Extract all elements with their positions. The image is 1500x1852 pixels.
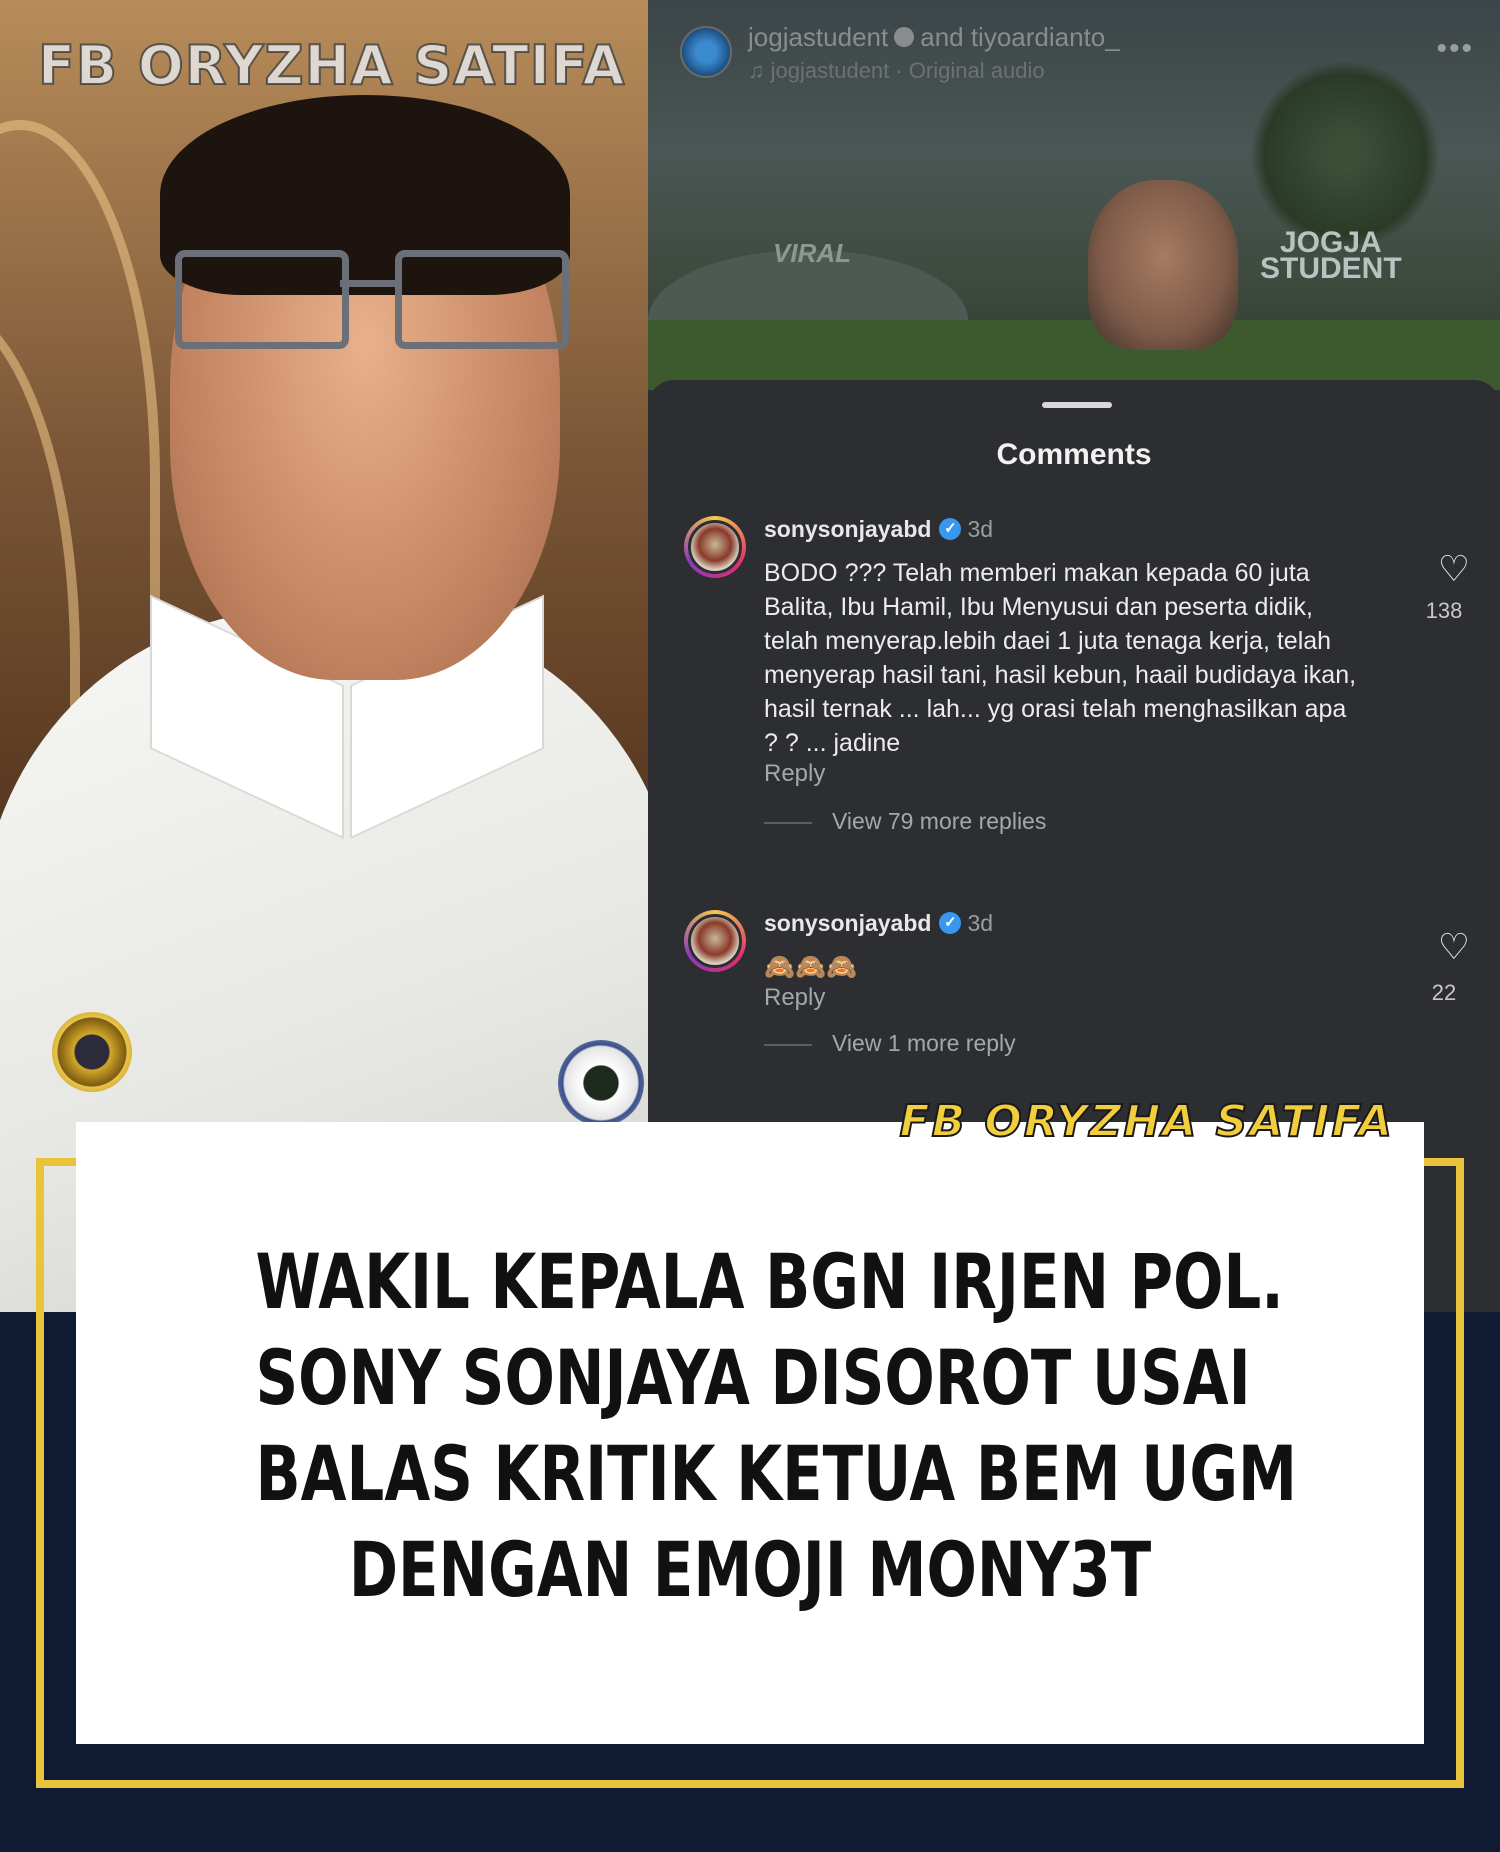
audio-label[interactable]: jogjastudent · Original audio xyxy=(771,58,1045,83)
logo-line-2: STUDENT xyxy=(1260,252,1402,285)
comments-title: Comments xyxy=(996,438,1152,471)
verified-icon xyxy=(894,27,915,48)
more-icon[interactable]: ••• xyxy=(1436,32,1474,66)
shirt-emblem-badge xyxy=(558,1040,644,1126)
drag-handle[interactable] xyxy=(1042,402,1112,408)
glasses-left-lens xyxy=(175,250,349,349)
headline-line-2: SONY SONJAYA DISOROT USAI xyxy=(255,1333,1251,1422)
like-count: 22 xyxy=(1431,980,1457,1005)
view-replies-button[interactable]: View 1 more reply xyxy=(764,1030,1016,1057)
comment-time: 3d xyxy=(967,910,994,936)
card-watermark: FB ORYZHA SATIFA xyxy=(899,1095,1394,1148)
headline-line-4: DENGAN EMOJI MONY3T xyxy=(348,1525,1152,1614)
comment-time: 3d xyxy=(967,516,994,542)
reply-button[interactable]: Reply xyxy=(764,760,825,788)
commenter-avatar[interactable] xyxy=(684,910,746,972)
reel-video[interactable]: VIRAL JOGJA STUDENT jogjastudent and tiyo… xyxy=(648,0,1500,390)
commenter-avatar[interactable] xyxy=(684,516,746,578)
verified-badge-icon: ✓ xyxy=(939,517,962,540)
verified-badge-icon: ✓ xyxy=(939,911,962,934)
account-avatar[interactable] xyxy=(680,26,732,78)
music-note-icon: ♫ xyxy=(748,58,771,83)
post-authors[interactable]: jogjastudent and tiyoardianto_ xyxy=(748,22,1120,53)
post-image: FB ORYZHA SATIFA VIRAL JOGJA STUDENT jog… xyxy=(0,0,1500,1852)
headline-line-1: WAKIL KEPALA BGN IRJEN POL. xyxy=(255,1237,1284,1326)
headline: WAKIL KEPALA BGN IRJEN POL. SONY SONJAYA… xyxy=(255,1234,1298,1618)
watermark-text: FB ORYZHA SATIFA xyxy=(37,33,626,98)
reply-button[interactable]: Reply xyxy=(764,984,825,1012)
reel-header: jogjastudent and tiyoardianto_ ♫ jogjastu… xyxy=(648,12,1500,92)
headline-line-3: BALAS KRITIK KETUA BEM UGM xyxy=(255,1429,1298,1518)
like-heart-icon[interactable]: ♡ xyxy=(1438,548,1470,590)
glasses-right-lens xyxy=(395,250,569,349)
glasses-bridge xyxy=(340,280,400,287)
comment-header: sonysonjayabd ✓ 3d xyxy=(764,516,993,544)
view-replies-button[interactable]: View 79 more replies xyxy=(764,808,1046,835)
comment-text: BODO ??? Telah memberi makan kepada 60 j… xyxy=(764,559,1357,757)
like-count: 138 xyxy=(1425,598,1463,623)
author-username[interactable]: jogjastudent xyxy=(748,22,888,52)
like-heart-icon[interactable]: ♡ xyxy=(1438,926,1470,968)
comment-text: 🙈🙈🙈 xyxy=(764,953,858,981)
commenter-username[interactable]: sonysonjayabd xyxy=(764,910,931,936)
jogja-student-logo: JOGJA STUDENT xyxy=(1260,228,1402,285)
collar-pin-badge xyxy=(52,1012,132,1092)
headline-card: FB ORYZHA SATIFA WAKIL KEPALA BGN IRJEN … xyxy=(76,1095,1424,1744)
official-photo: FB ORYZHA SATIFA xyxy=(0,0,648,1312)
commenter-username[interactable]: sonysonjayabd xyxy=(764,516,931,542)
student-speaker xyxy=(1088,180,1238,350)
audio-info[interactable]: ♫ jogjastudent · Original audio xyxy=(748,58,1045,84)
comment-header: sonysonjayabd ✓ 3d xyxy=(764,910,993,938)
collaborator-username[interactable]: and tiyoardianto_ xyxy=(920,22,1119,52)
viral-overlay-text: VIRAL xyxy=(773,238,851,268)
